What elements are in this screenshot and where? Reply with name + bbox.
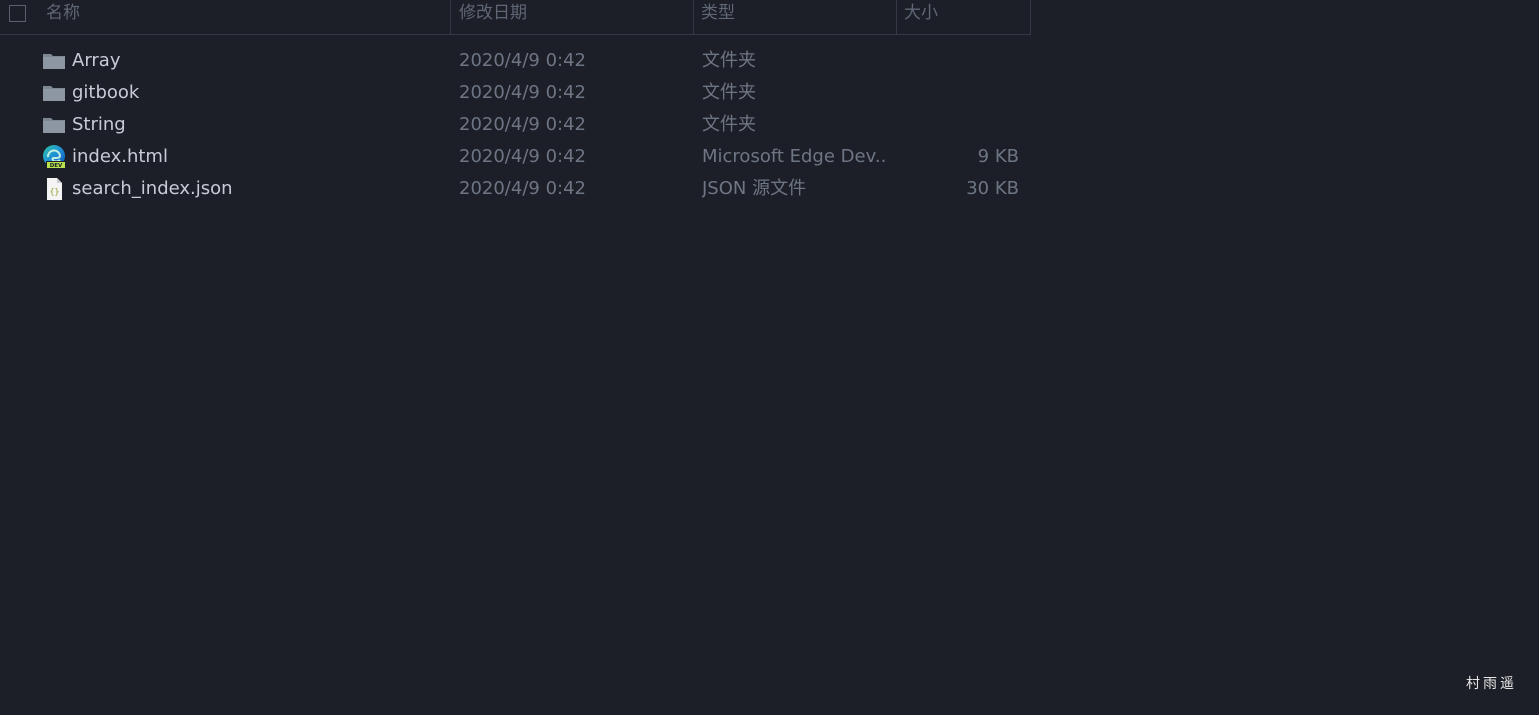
file-row-string[interactable]: String 2020/4/9 0:42 文件夹	[0, 109, 1031, 141]
column-header-type[interactable]: 类型	[694, 0, 897, 34]
file-name: Array	[72, 50, 121, 71]
file-type: Microsoft Edge Dev...	[702, 146, 887, 167]
file-explorer: 名称 修改日期 类型 大小 Array 2020/4/9 0:42 文件夹 gi…	[0, 0, 1539, 715]
file-type: JSON 源文件	[702, 178, 807, 199]
watermark: 村雨遥	[1466, 676, 1517, 692]
select-all-checkbox[interactable]	[9, 5, 26, 22]
column-header-size[interactable]: 大小	[897, 0, 1031, 34]
file-date: 2020/4/9 0:42	[459, 82, 586, 103]
svg-text:DEV: DEV	[50, 163, 63, 169]
file-name: gitbook	[72, 82, 140, 103]
file-type: 文件夹	[702, 114, 756, 135]
file-list: Array 2020/4/9 0:42 文件夹 gitbook 2020/4/9…	[0, 45, 1031, 205]
file-date: 2020/4/9 0:42	[459, 146, 586, 167]
file-date: 2020/4/9 0:42	[459, 178, 586, 199]
file-date: 2020/4/9 0:42	[459, 50, 586, 71]
file-date: 2020/4/9 0:42	[459, 114, 586, 135]
file-row-index-html[interactable]: DEV index.html 2020/4/9 0:42 Microsoft E…	[0, 141, 1031, 173]
file-name: index.html	[72, 146, 168, 167]
file-size: 9 KB	[977, 146, 1019, 167]
column-header-date-label: 修改日期	[459, 3, 527, 23]
column-header-name-label: 名称	[46, 3, 80, 23]
folder-icon	[42, 49, 66, 73]
column-header: 名称 修改日期 类型 大小	[0, 0, 1031, 35]
svg-text:{}: {}	[50, 187, 60, 196]
file-type: 文件夹	[702, 50, 756, 71]
folder-icon	[42, 113, 66, 137]
file-name: search_index.json	[72, 178, 233, 199]
column-header-size-label: 大小	[904, 3, 938, 23]
file-size: 30 KB	[966, 178, 1019, 199]
file-name: String	[72, 114, 126, 135]
file-type: 文件夹	[702, 82, 756, 103]
file-row-gitbook[interactable]: gitbook 2020/4/9 0:42 文件夹	[0, 77, 1031, 109]
file-row-search-index-json[interactable]: {} search_index.json 2020/4/9 0:42 JSON …	[0, 173, 1031, 205]
column-header-date[interactable]: 修改日期	[451, 0, 694, 34]
folder-icon	[42, 81, 66, 105]
column-header-type-label: 类型	[701, 3, 735, 23]
file-row-array[interactable]: Array 2020/4/9 0:42 文件夹	[0, 45, 1031, 77]
json-file-icon: {}	[42, 177, 66, 201]
column-header-name[interactable]: 名称	[0, 0, 451, 34]
edge-dev-icon: DEV	[42, 145, 66, 169]
